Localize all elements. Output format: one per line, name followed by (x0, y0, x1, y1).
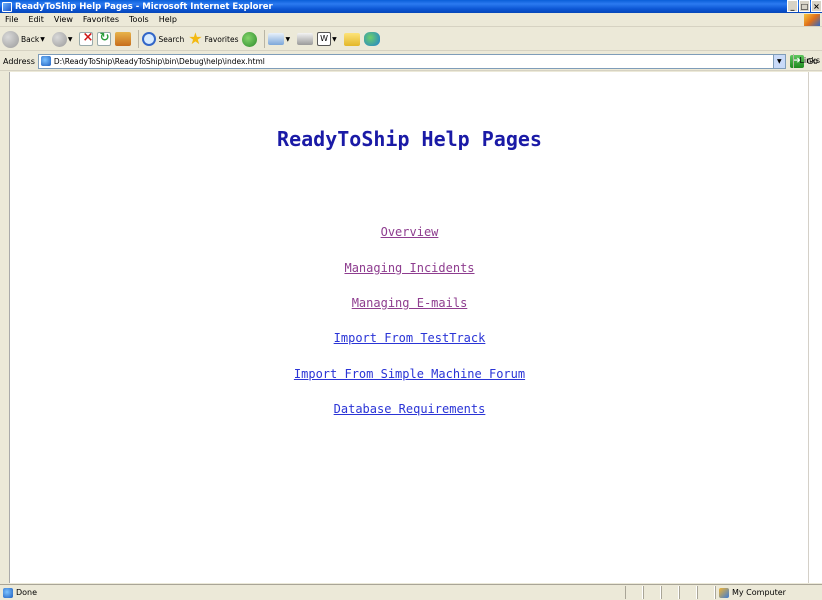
status-pane (697, 586, 715, 599)
link-import-testtrack[interactable]: Import From TestTrack (10, 331, 809, 345)
back-arrow-icon (2, 30, 19, 48)
maximize-button[interactable]: □ (799, 0, 810, 12)
folder-icon (343, 32, 360, 46)
refresh-icon (97, 30, 112, 46)
menu-edit[interactable]: Edit (23, 15, 49, 24)
link-overview[interactable]: Overview (10, 225, 809, 239)
toolbar-separator (138, 30, 140, 48)
links-button[interactable]: Links (799, 56, 820, 65)
toolbar: Back ▼ ▼ Search ★ Favorites ▼ W ▼ (0, 28, 822, 51)
link-managing-emails[interactable]: Managing E-mails (10, 296, 809, 310)
page-content: ReadyToShip Help Pages Overview Managing… (9, 72, 808, 583)
toolbar-separator (264, 30, 266, 48)
home-icon (115, 32, 132, 46)
folder-button[interactable] (343, 29, 360, 49)
back-label: Back (21, 34, 40, 44)
address-dropdown-icon[interactable]: ▼ (772, 54, 785, 68)
address-bar: Address D:\ReadyToShip\ReadyToShip\bin\D… (0, 52, 822, 71)
links-separator (793, 54, 794, 68)
title-bar: ReadyToShip Help Pages - Microsoft Inter… (0, 0, 822, 13)
back-button[interactable]: Back ▼ (2, 29, 48, 49)
status-text: Done (16, 588, 38, 597)
stop-button[interactable] (79, 29, 94, 49)
link-database-requirements[interactable]: Database Requirements (10, 402, 809, 416)
address-input[interactable]: D:\ReadyToShip\ReadyToShip\bin\Debug\hel… (37, 53, 786, 69)
page-icon (40, 56, 51, 66)
windows-logo-icon (804, 14, 820, 26)
address-url[interactable]: D:\ReadyToShip\ReadyToShip\bin\Debug\hel… (54, 57, 265, 66)
printer-icon (297, 33, 314, 45)
computer-icon (719, 587, 729, 598)
favorites-button[interactable]: ★ Favorites (188, 29, 238, 49)
search-button[interactable]: Search (142, 29, 184, 49)
security-zone: My Computer (715, 586, 822, 599)
forward-arrow-icon (51, 31, 67, 47)
menu-view[interactable]: View (49, 15, 78, 24)
status-pane (643, 586, 661, 599)
window-controls: _ □ × (786, 0, 822, 12)
window-title: ReadyToShip Help Pages - Microsoft Inter… (15, 1, 273, 12)
search-label: Search (158, 34, 185, 44)
forward-button[interactable]: ▼ (51, 29, 76, 49)
link-managing-incidents[interactable]: Managing Incidents (10, 261, 809, 275)
vertical-scrollbar[interactable] (808, 72, 822, 583)
messenger-button[interactable] (363, 29, 380, 49)
minimize-button[interactable]: _ (787, 0, 798, 12)
refresh-button[interactable] (97, 29, 112, 49)
menu-tools[interactable]: Tools (124, 15, 154, 24)
star-icon: ★ (188, 29, 203, 48)
word-icon: W (317, 32, 332, 46)
chevron-down-icon[interactable]: ▼ (285, 36, 290, 43)
menu-favorites[interactable]: Favorites (78, 15, 124, 24)
chevron-down-icon[interactable]: ▼ (332, 36, 337, 43)
zone-label: My Computer (732, 588, 786, 597)
menu-bar: File Edit View Favorites Tools Help (0, 13, 822, 27)
menu-help[interactable]: Help (154, 15, 182, 24)
favorites-label: Favorites (204, 34, 239, 44)
link-import-simple-machine-forum[interactable]: Import From Simple Machine Forum (10, 367, 809, 381)
status-pane (679, 586, 697, 599)
page-title: ReadyToShip Help Pages (277, 127, 542, 151)
status-panes: My Computer (625, 586, 822, 599)
page-status-icon (3, 587, 13, 598)
menu-file[interactable]: File (0, 15, 23, 24)
mail-icon (268, 33, 285, 45)
media-button[interactable] (242, 29, 258, 49)
media-icon (242, 31, 258, 47)
status-pane (625, 586, 643, 599)
search-icon (142, 32, 157, 46)
address-label: Address (3, 56, 35, 66)
edit-button[interactable]: W ▼ (317, 29, 340, 49)
status-pane (661, 586, 679, 599)
chevron-down-icon[interactable]: ▼ (40, 36, 45, 43)
messenger-icon (363, 32, 380, 46)
status-bar: Done My Computer (0, 584, 822, 600)
print-button[interactable] (297, 29, 314, 49)
stop-icon (79, 30, 94, 46)
ie-app-icon (2, 1, 12, 12)
home-button[interactable] (115, 29, 132, 49)
chevron-down-icon[interactable]: ▼ (68, 36, 73, 43)
close-button[interactable]: × (811, 0, 822, 12)
mail-button[interactable]: ▼ (268, 29, 293, 49)
